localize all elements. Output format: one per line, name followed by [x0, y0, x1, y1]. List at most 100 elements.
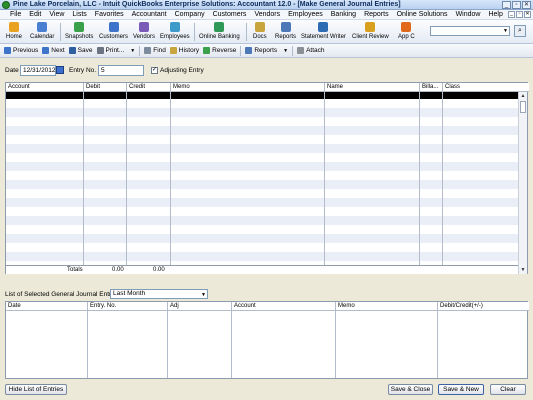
reverse-button[interactable]: Reverse — [203, 47, 236, 54]
list-header: Date Entry. No. Adj Account Memo Debit/C… — [6, 302, 529, 311]
toolbar-docs[interactable]: Docs — [253, 21, 267, 43]
calendar-icon — [37, 22, 48, 32]
online-banking-icon — [214, 22, 225, 32]
clear-button[interactable]: Clear — [490, 384, 526, 395]
list-col-account[interactable]: Account — [232, 302, 256, 311]
close-button[interactable]: ✕ — [522, 1, 531, 9]
totals-label: Totals — [67, 267, 83, 273]
child-close-button[interactable]: ✕ — [524, 11, 531, 18]
toolbar-vendors[interactable]: Vendors — [133, 21, 155, 43]
chevron-down-icon[interactable]: ▼ — [503, 28, 508, 34]
date-field[interactable]: 12/31/2012 — [20, 65, 56, 76]
list-col-debit-credit[interactable]: Debit/Credit(+/-) — [438, 302, 483, 311]
col-name[interactable]: Name — [325, 83, 343, 92]
col-credit[interactable]: Credit — [127, 83, 145, 92]
history-button[interactable]: History — [169, 47, 199, 54]
toolbar-snapshots[interactable]: Snapshots — [65, 21, 93, 43]
save-button[interactable]: Save — [68, 47, 93, 54]
list-col-memo[interactable]: Memo — [336, 302, 355, 311]
menu-banking[interactable]: Banking — [331, 11, 356, 18]
menu-employees[interactable]: Employees — [288, 11, 323, 18]
vertical-scrollbar[interactable]: ▲ ▼ — [518, 92, 527, 274]
entry-no-label: Entry No. — [69, 67, 97, 74]
col-memo[interactable]: Memo — [171, 83, 190, 92]
journal-entry-grid: Account Debit Credit Memo Name Billa... … — [5, 82, 529, 274]
totals-row: Totals 0.00 0.00 — [6, 265, 520, 274]
toolbar-reports[interactable]: Reports — [275, 21, 296, 43]
menu-window[interactable]: Window — [456, 11, 481, 18]
toolbar-online-banking[interactable]: Online Banking — [199, 21, 240, 43]
menu-online-solutions[interactable]: Online Solutions — [397, 11, 448, 18]
customers-icon — [108, 22, 119, 32]
print-button[interactable]: Print... — [96, 47, 124, 54]
menu-lists[interactable]: Lists — [72, 11, 86, 18]
quickbooks-logo-icon — [2, 0, 10, 9]
col-class[interactable]: Class — [443, 83, 460, 92]
form-toolbar: Previous Next Save Print... ▼ Find Histo… — [0, 44, 533, 58]
house-icon — [9, 22, 19, 32]
hide-list-button[interactable]: Hide List of Entries — [5, 384, 67, 395]
menu-company[interactable]: Company — [175, 11, 205, 18]
toolbar-statement-writer[interactable]: Statement Writer — [301, 21, 346, 43]
next-button[interactable]: Next — [42, 47, 65, 54]
app-center-icon — [401, 22, 412, 32]
menu-customers[interactable]: Customers — [213, 11, 247, 18]
menu-bar: File Edit View Lists Favorites Accountan… — [0, 10, 533, 20]
list-col-adj[interactable]: Adj — [168, 302, 179, 311]
save-close-button[interactable]: Save & Close — [388, 384, 433, 395]
reverse-icon — [203, 47, 211, 54]
toolbar-calendar[interactable]: Calendar — [30, 21, 54, 43]
menu-accountant[interactable]: Accountant — [132, 11, 167, 18]
toolbar-customers[interactable]: Customers — [99, 21, 128, 43]
col-account[interactable]: Account — [6, 83, 30, 92]
reports-dropdown-button[interactable]: Reports — [245, 47, 277, 54]
menu-reports[interactable]: Reports — [364, 11, 389, 18]
scroll-thumb[interactable] — [520, 101, 526, 113]
restore-button[interactable]: ▫ — [512, 1, 521, 9]
list-col-entry-no[interactable]: Entry. No. — [88, 302, 116, 311]
attach-button[interactable]: Attach — [297, 47, 325, 54]
period-select[interactable]: Last Month ▼ — [110, 289, 208, 299]
child-minimize-button[interactable]: _ — [508, 11, 515, 18]
previous-button[interactable]: Previous — [4, 47, 38, 54]
paperclip-icon — [297, 47, 305, 54]
adjusting-entry-checkbox[interactable]: ✓ — [151, 67, 158, 74]
col-billable[interactable]: Billa... — [420, 83, 438, 92]
toolbar-client-review[interactable]: Client Review — [352, 21, 389, 43]
title-bar: Pine Lake Porcelain, LLC - Intuit QuickB… — [0, 0, 533, 10]
list-col-date[interactable]: Date — [6, 302, 21, 311]
find-icon — [144, 47, 152, 54]
find-button[interactable]: Find — [144, 47, 166, 54]
statement-writer-icon — [318, 22, 329, 32]
calendar-icon[interactable] — [56, 66, 64, 74]
arrow-left-icon — [4, 47, 11, 54]
chevron-down-icon[interactable]: ▼ — [201, 291, 206, 299]
toolbar-app-center[interactable]: App C — [398, 21, 415, 43]
snapshot-icon — [74, 22, 85, 32]
scroll-down-icon[interactable]: ▼ — [519, 266, 527, 274]
print-dropdown-icon[interactable]: ▼ — [130, 48, 135, 54]
search-button[interactable]: ⌕ — [514, 25, 526, 37]
toolbar-employees[interactable]: Employees — [160, 21, 190, 43]
child-restore-button[interactable]: ▫ — [516, 11, 523, 18]
entry-no-field[interactable]: 5 — [98, 65, 144, 76]
col-debit[interactable]: Debit — [84, 83, 100, 92]
menu-edit[interactable]: Edit — [29, 11, 41, 18]
menu-favorites[interactable]: Favorites — [95, 11, 124, 18]
date-label: Date — [5, 67, 19, 74]
menu-file[interactable]: File — [10, 11, 21, 18]
minimize-button[interactable]: _ — [502, 1, 511, 9]
debit-total: 0.00 — [112, 267, 124, 273]
scroll-up-icon[interactable]: ▲ — [519, 92, 527, 100]
toolbar-home[interactable]: Home — [6, 21, 22, 43]
entries-list-label: List of Selected General Journal Entries… — [5, 291, 122, 298]
grid-header: Account Debit Credit Memo Name Billa... … — [6, 83, 529, 92]
docs-icon — [254, 22, 265, 32]
search-input[interactable]: ▼ — [430, 26, 510, 36]
reports-dropdown-icon[interactable]: ▼ — [283, 48, 288, 54]
save-new-button[interactable]: Save & New — [438, 384, 484, 395]
menu-vendors[interactable]: Vendors — [254, 11, 280, 18]
menu-help[interactable]: Help — [488, 11, 502, 18]
menu-view[interactable]: View — [49, 11, 64, 18]
client-review-icon — [365, 22, 376, 32]
